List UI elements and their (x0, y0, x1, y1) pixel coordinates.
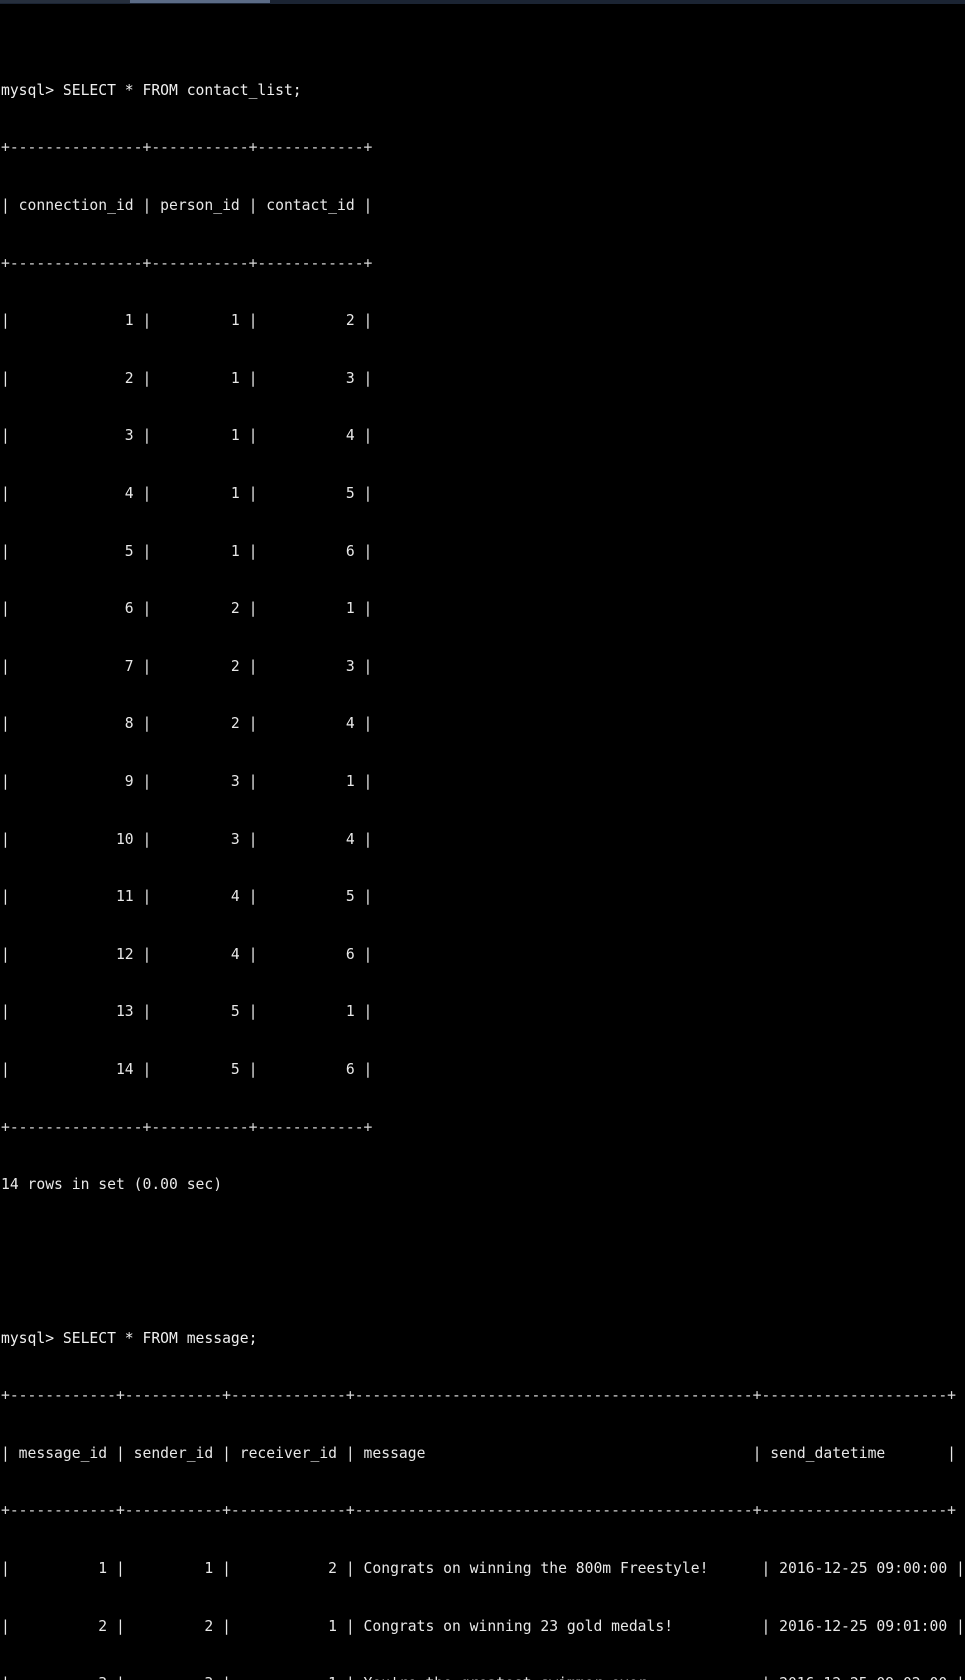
titlebar-segment-left (0, 0, 130, 3)
table-row: | 12 | 4 | 6 | (1, 945, 373, 963)
table-row: | 10 | 3 | 4 | (1, 830, 373, 848)
table-row: | 6 | 2 | 1 | (1, 600, 373, 618)
table-border-mid-message: +------------+-----------+-------------+… (1, 1502, 957, 1520)
table-header-message: | message_id | sender_id | receiver_id |… (1, 1444, 957, 1462)
terminal-screen[interactable]: mysql> SELECT * FROM contact_list; +----… (0, 4, 965, 1680)
table-row: | 4 | 1 | 5 | (1, 484, 373, 502)
table-border-top-contact-list: +---------------+-----------+-----------… (1, 139, 373, 157)
table-row: | 1 | 1 | 2 | Congrats on winning the 80… (1, 1560, 965, 1578)
table-border-mid-contact-list: +---------------+-----------+-----------… (1, 254, 373, 272)
command-line-contact-list: mysql> SELECT * FROM contact_list; (1, 81, 302, 99)
table-row: | 13 | 5 | 1 | (1, 1003, 373, 1021)
table-row: | 8 | 2 | 4 | (1, 715, 373, 733)
table-row: | 2 | 2 | 1 | Congrats on winning 23 gol… (1, 1617, 965, 1635)
result-status-contact-list: 14 rows in set (0.00 sec) (1, 1176, 223, 1194)
table-row: | 3 | 1 | 4 | (1, 427, 373, 445)
table-row: | 7 | 2 | 3 | (1, 657, 373, 675)
table-header-contact-list: | connection_id | person_id | contact_id… (1, 197, 373, 214)
table-row: | 3 | 3 | 1 | You're the greatest swimme… (1, 1674, 965, 1680)
command-line-message: mysql> SELECT * FROM message; (1, 1329, 258, 1347)
window-titlebar[interactable] (0, 0, 965, 4)
table-row: | 2 | 1 | 3 | (1, 369, 373, 387)
table-border-bottom-contact-list: +---------------+-----------+-----------… (1, 1118, 373, 1136)
table-row: | 11 | 4 | 5 | (1, 888, 373, 906)
titlebar-segment-active (130, 0, 270, 3)
table-row: | 1 | 1 | 2 | (1, 312, 373, 330)
table-row: | 14 | 5 | 6 | (1, 1060, 373, 1078)
table-border-top-message: +------------+-----------+-------------+… (1, 1387, 957, 1405)
table-row: | 5 | 1 | 6 | (1, 542, 373, 560)
table-row: | 9 | 3 | 1 | (1, 772, 373, 790)
